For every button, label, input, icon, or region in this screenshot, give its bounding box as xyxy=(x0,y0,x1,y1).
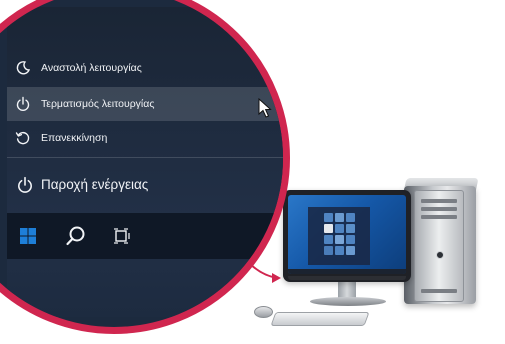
illustration: Αναστολή λειτουργίας Τερματισμός λειτουρ… xyxy=(0,0,505,344)
monitor-screen xyxy=(288,195,406,274)
drive-bay xyxy=(421,207,457,211)
menu-item-restart[interactable]: Επανεκκίνηση xyxy=(7,121,283,155)
restart-icon xyxy=(13,128,33,148)
moon-icon xyxy=(13,58,33,78)
keyboard xyxy=(270,312,370,326)
pc-tower xyxy=(404,186,476,304)
mouse-pointer-icon xyxy=(258,98,272,118)
power-menu: Αναστολή λειτουργίας Τερματισμός λειτουρ… xyxy=(7,7,283,317)
power-icon xyxy=(13,94,33,114)
windows-start-icon[interactable] xyxy=(15,223,41,249)
task-view-icon[interactable] xyxy=(109,223,135,249)
zoom-lens: Αναστολή λειτουργίας Τερματισμός λειτουρ… xyxy=(0,0,290,334)
power-label: Παροχή ενέργειας xyxy=(41,177,149,192)
drive-bay xyxy=(421,215,457,219)
menu-item-label: Τερματισμός λειτουργίας xyxy=(41,98,155,110)
power-icon xyxy=(15,175,35,195)
menu-item-label: Επανεκκίνηση xyxy=(41,132,108,144)
drive-bay xyxy=(421,289,457,293)
taskbar xyxy=(7,213,283,259)
monitor-stand-base xyxy=(310,297,386,306)
tower-front-panel xyxy=(414,190,464,302)
menu-item-shutdown[interactable]: Τερματισμός λειτουργίας xyxy=(7,87,283,121)
mini-taskbar xyxy=(288,269,406,274)
monitor xyxy=(283,190,411,282)
power-led-icon xyxy=(436,251,444,259)
drive-bay xyxy=(421,199,457,203)
monitor-chin xyxy=(288,276,406,280)
search-icon[interactable] xyxy=(63,223,89,249)
menu-item-sleep[interactable]: Αναστολή λειτουργίας xyxy=(7,51,283,85)
power-button[interactable]: Παροχή ενέργειας xyxy=(7,165,283,205)
menu-divider xyxy=(7,157,283,158)
menu-item-label: Αναστολή λειτουργίας xyxy=(41,62,142,74)
